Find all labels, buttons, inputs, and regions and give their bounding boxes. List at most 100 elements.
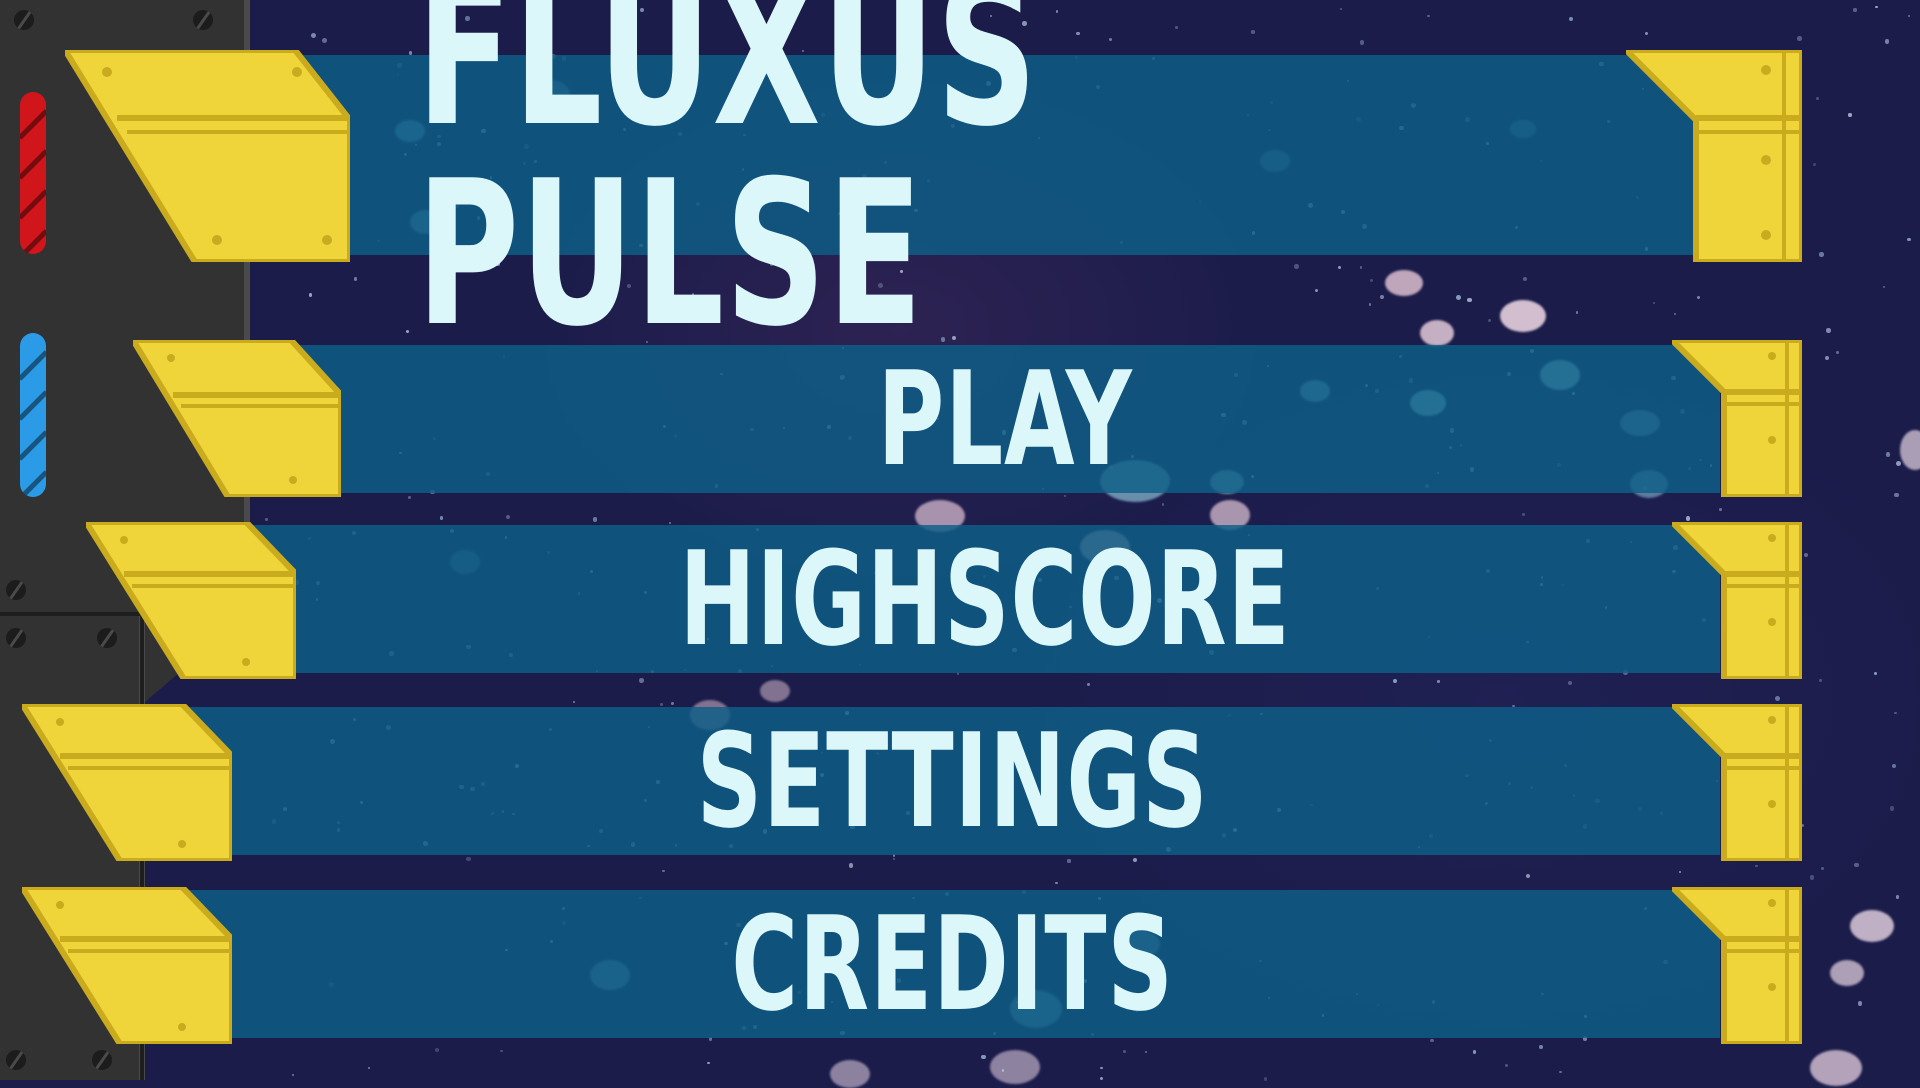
star-speck: [1087, 683, 1090, 686]
nebula-blob: [1810, 1050, 1862, 1086]
star-speck: [669, 521, 672, 524]
star-speck: [1538, 1045, 1543, 1050]
star-speck: [1568, 17, 1574, 22]
highscore-left-cap: [86, 522, 296, 679]
star-speck: [1100, 1066, 1103, 1069]
star-speck: [1857, 1001, 1863, 1006]
nebula-blob: [830, 1060, 870, 1088]
star-speck: [1816, 96, 1820, 100]
settings-right-cap: [1672, 704, 1802, 861]
star-speck: [1826, 327, 1831, 333]
star-speck: [1853, 8, 1857, 12]
star-speck: [1568, 680, 1573, 685]
star-speck: [1674, 312, 1677, 315]
star-speck: [1685, 516, 1691, 521]
star-speck: [1875, 5, 1878, 8]
star-speck: [572, 700, 576, 704]
star-speck: [439, 516, 444, 520]
star-speck: [505, 514, 510, 519]
settings-button[interactable]: SETTINGS: [185, 707, 1720, 855]
play-button[interactable]: PLAY: [290, 345, 1720, 493]
star-speck: [659, 703, 664, 707]
screw-icon: [6, 628, 26, 648]
star-speck: [1894, 711, 1897, 714]
nebula-blob: [1900, 430, 1920, 470]
star-speck: [1263, 1077, 1268, 1081]
star-speck: [1504, 1063, 1509, 1068]
title-right-cap: [1626, 50, 1802, 262]
star-speck: [309, 293, 313, 297]
credits-button[interactable]: CREDITS: [185, 890, 1720, 1038]
star-speck: [1472, 1050, 1477, 1054]
star-speck: [1883, 285, 1886, 289]
star-speck: [1812, 162, 1816, 166]
screw-icon: [6, 580, 26, 600]
credits-right-cap: [1672, 887, 1802, 1044]
play-right-cap: [1672, 340, 1802, 497]
star-speck: [1896, 461, 1901, 467]
star-speck: [1718, 508, 1722, 512]
highscore-right-cap: [1672, 522, 1802, 679]
star-speck: [265, 517, 269, 521]
star-speck: [1894, 492, 1900, 498]
star-speck: [1853, 862, 1859, 868]
star-speck: [1132, 857, 1137, 862]
star-speck: [1824, 355, 1829, 360]
star-speck: [291, 1073, 294, 1076]
star-speck: [1884, 39, 1890, 44]
highscore-button[interactable]: HIGHSCORE: [250, 525, 1720, 673]
play-left-cap: [133, 340, 341, 497]
star-speck: [1393, 678, 1398, 683]
star-speck: [1820, 866, 1825, 871]
star-speck: [1885, 452, 1890, 457]
star-speck: [592, 517, 598, 522]
nebula-blob: [1850, 910, 1894, 942]
star-speck: [1145, 1050, 1148, 1054]
play-label: PLAY: [877, 343, 1133, 495]
settings-left-cap: [22, 704, 232, 861]
screw-icon: [6, 1050, 26, 1070]
star-speck: [1907, 15, 1910, 18]
star-speck: [662, 869, 665, 873]
star-speck: [1521, 512, 1526, 517]
nebula-blob: [1830, 960, 1864, 986]
star-speck: [1161, 503, 1165, 506]
screw-icon: [193, 10, 213, 30]
star-speck: [1559, 1070, 1562, 1073]
star-speck: [1123, 1050, 1127, 1053]
screw-icon: [14, 10, 34, 30]
star-speck: [1874, 672, 1878, 676]
star-speck: [500, 1050, 503, 1053]
star-speck: [639, 678, 644, 683]
star-speck: [311, 32, 317, 38]
star-speck: [1652, 301, 1655, 304]
star-speck: [1836, 350, 1840, 355]
star-speck: [1819, 252, 1824, 257]
star-speck: [1436, 679, 1440, 683]
star-speck: [1055, 881, 1058, 885]
nebula-blob: [760, 680, 790, 702]
star-speck: [1429, 1038, 1434, 1043]
screw-icon: [92, 1050, 112, 1070]
star-speck: [1525, 873, 1530, 878]
star-speck: [322, 38, 327, 44]
star-speck: [408, 496, 411, 499]
star-speck: [1848, 113, 1852, 117]
star-speck: [1797, 36, 1802, 41]
star-speck: [1696, 295, 1700, 299]
star-speck: [1895, 895, 1900, 899]
game-title: FLUXUS PULSE: [416, 0, 1039, 371]
red-status-light-icon: [20, 92, 46, 254]
star-speck: [1774, 695, 1780, 701]
star-speck: [670, 701, 674, 705]
star-speck: [1575, 311, 1579, 314]
star-speck: [848, 863, 854, 868]
star-speck: [1907, 237, 1911, 241]
star-speck: [980, 1054, 986, 1060]
star-speck: [892, 857, 896, 861]
star-speck: [1809, 875, 1814, 880]
blue-status-light-icon: [20, 333, 46, 497]
star-speck: [466, 856, 472, 862]
star-speck: [1063, 495, 1066, 498]
credits-left-cap: [22, 887, 232, 1044]
